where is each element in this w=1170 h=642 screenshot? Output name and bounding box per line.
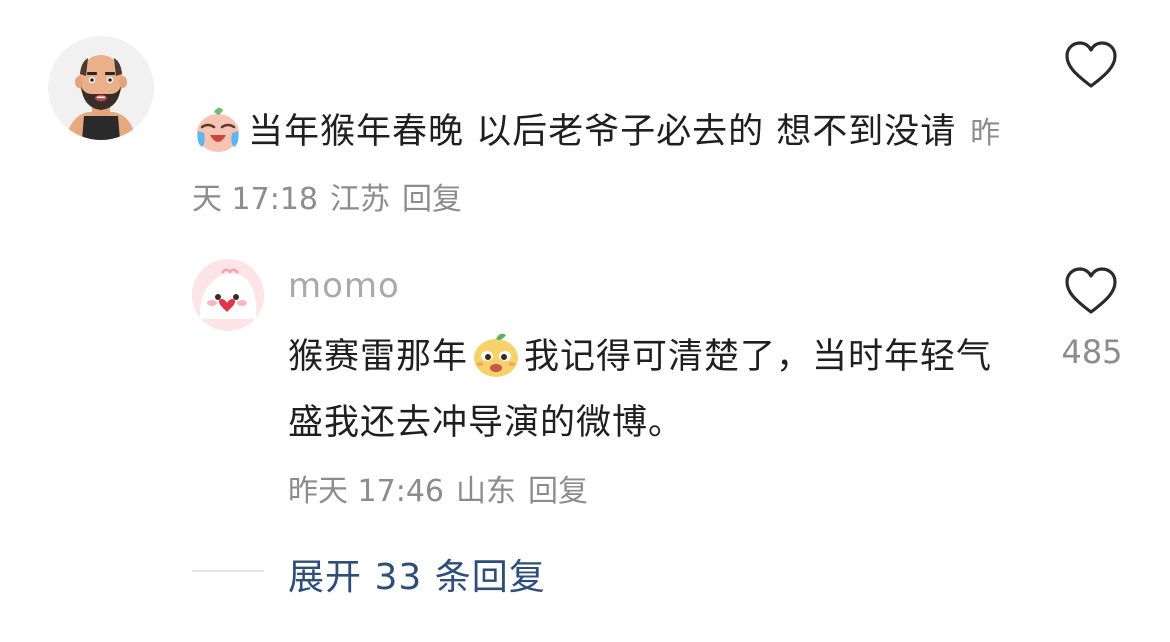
comment-body: 当年猴年春晚 以后老爷子必去的 想不到没请 昨天 17:18 江苏 回复 [192, 100, 1022, 232]
bald-man-avatar-icon [49, 36, 153, 140]
comment-text: 当年猴年春晚 以后老爷子必去的 想不到没请 [248, 112, 957, 152]
reply-reply-button[interactable]: 回复 [528, 474, 588, 509]
smug-face-emoji-icon [470, 328, 522, 380]
reply-like-button[interactable] [1063, 266, 1119, 316]
reply-like-count: 485 [1061, 333, 1123, 371]
reply-meta: 昨天 17:46 山东 回复 [288, 466, 600, 510]
heart-outline-icon [1065, 267, 1117, 314]
comment-location: 江苏 [330, 182, 390, 217]
crying-laughing-emoji-icon [192, 103, 244, 155]
comment-like-button[interactable] [1063, 40, 1119, 90]
reply-text-part-1: 猴赛雷那年 [288, 337, 469, 377]
comment-reply-button[interactable]: 回复 [402, 182, 462, 217]
reply-body: 猴赛雷那年 我记得可清楚了，当时年轻气盛我还去冲导演的微博。 [288, 324, 1008, 456]
reply-time: 昨天 17:46 [288, 474, 444, 509]
reply-location: 山东 [456, 474, 516, 509]
expand-divider [192, 570, 264, 572]
pink-blob-avatar-icon [192, 259, 264, 331]
reply-avatar[interactable] [192, 259, 264, 331]
heart-outline-icon [1065, 41, 1117, 88]
commenter-avatar[interactable] [48, 36, 154, 140]
reply-username[interactable]: momo [288, 266, 400, 306]
expand-replies-link[interactable]: 展开 33 条回复 [288, 548, 546, 600]
